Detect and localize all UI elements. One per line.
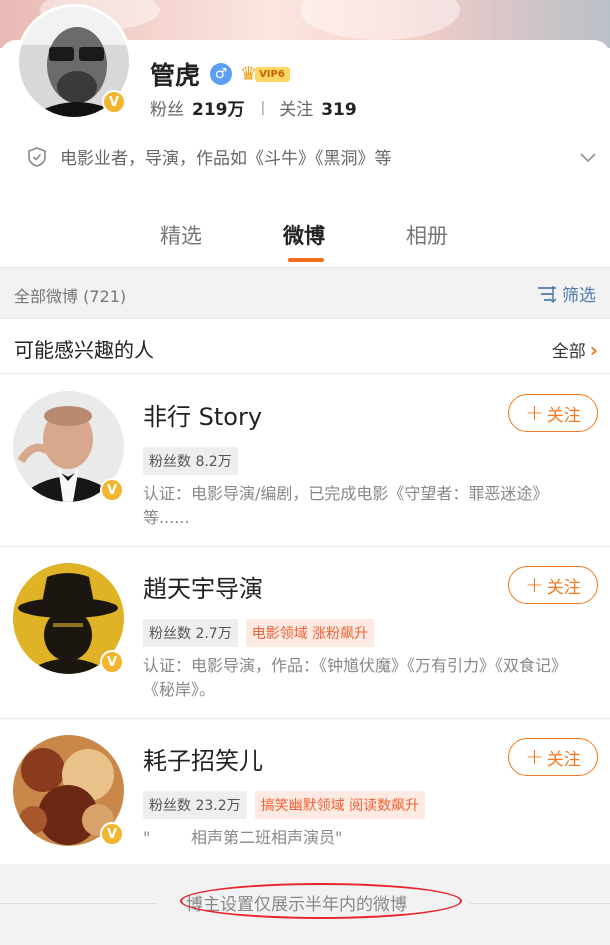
- plus-icon: +: [525, 744, 544, 770]
- annotation-ellipse: [180, 883, 462, 919]
- fans-count-tag: 粉丝数 2.7万: [143, 619, 238, 647]
- verified-icon: V: [100, 822, 124, 846]
- user-tags: 粉丝数 23.2万 搞笑幽默领域 阅读数飙升: [143, 791, 433, 819]
- tab-featured[interactable]: 精选: [160, 220, 202, 250]
- see-all-link[interactable]: 全部 ›: [552, 337, 598, 363]
- bio-text: 电影业者，导演，作品如《斗牛》《黑洞》等: [60, 149, 392, 169]
- profile-name-row: 管虎 ♂ ♛ VIP6: [150, 56, 290, 92]
- verified-icon: V: [102, 90, 126, 114]
- tab-weibo[interactable]: 微博: [283, 220, 325, 250]
- user-tags: 粉丝数 8.2万: [143, 447, 246, 475]
- tab-album[interactable]: 相册: [406, 220, 448, 250]
- suggested-user-card[interactable]: V 非行 Story + 关注 粉丝数 8.2万 认证：电影导演/编剧，已完成电…: [0, 375, 610, 547]
- plus-icon: +: [525, 400, 544, 426]
- shield-icon: [28, 146, 46, 167]
- profile-bio[interactable]: 电影业者，导演，作品如《斗牛》《黑洞》等: [26, 144, 598, 169]
- trending-tag: 搞笑幽默领域 阅读数飙升: [254, 791, 426, 819]
- male-gender-icon: ♂: [210, 63, 233, 85]
- divider: [0, 903, 156, 904]
- follow-button[interactable]: + 关注: [508, 738, 598, 776]
- suggested-user-description: 认证：电影导演/编剧，已完成电影《守望者：罪恶迷途》等......: [143, 484, 549, 527]
- suggested-user-description: " 相声第二班相声演员": [143, 828, 343, 847]
- plus-icon: +: [525, 572, 544, 598]
- filter-icon: [538, 285, 557, 303]
- suggestions-title: 可能感兴趣的人: [14, 338, 154, 362]
- filter-bar: 全部微博 (721) 筛选: [0, 267, 610, 319]
- verified-icon: V: [100, 650, 124, 674]
- verified-icon: V: [100, 478, 124, 502]
- all-posts-count[interactable]: 全部微博 (721): [14, 283, 126, 307]
- filter-label: 筛选: [562, 286, 596, 306]
- chevron-down-icon[interactable]: [578, 147, 598, 167]
- vip-level: VIP6: [255, 66, 290, 82]
- active-tab-indicator: [288, 258, 324, 262]
- suggested-user-name[interactable]: 趙天宇导演: [143, 569, 263, 604]
- followers-stat[interactable]: 粉丝 219万: [150, 95, 245, 120]
- profile-tabs: 精选 微博 相册: [0, 214, 610, 266]
- suggested-user-name[interactable]: 非行 Story: [143, 397, 262, 432]
- profile-stats: 粉丝 219万 | 关注 319: [150, 95, 357, 121]
- chevron-right-icon: ›: [589, 337, 598, 362]
- follow-button[interactable]: + 关注: [508, 566, 598, 604]
- suggested-user-description: 认证：电影导演，作品：《钟馗伏魔》《万有引力》《双食记》《秘岸》。: [143, 656, 568, 699]
- suggestions-header: 可能感兴趣的人 全部 ›: [0, 320, 610, 374]
- filter-button[interactable]: 筛选: [536, 281, 596, 306]
- suggested-user-name[interactable]: 耗子招笑儿: [143, 741, 263, 776]
- fans-count-tag: 粉丝数 23.2万: [143, 791, 247, 819]
- profile-name: 管虎: [150, 61, 201, 90]
- stat-divider: |: [260, 99, 266, 116]
- suggested-user-card[interactable]: V 趙天宇导演 + 关注 粉丝数 2.7万 电影领域 涨粉飙升 认证：电影导演，…: [0, 547, 610, 719]
- divider: [470, 903, 610, 904]
- follow-button[interactable]: + 关注: [508, 394, 598, 432]
- suggested-user-card[interactable]: V 耗子招笑儿 + 关注 粉丝数 23.2万 搞笑幽默领域 阅读数飙升 " 相声…: [0, 719, 610, 864]
- user-tags: 粉丝数 2.7万 电影领域 涨粉飙升: [143, 619, 382, 647]
- following-stat[interactable]: 关注 319: [279, 95, 357, 120]
- vip-badge[interactable]: ♛ VIP6: [240, 64, 290, 84]
- fans-count-tag: 粉丝数 8.2万: [143, 447, 238, 475]
- trending-tag: 电影领域 涨粉飙升: [245, 619, 375, 647]
